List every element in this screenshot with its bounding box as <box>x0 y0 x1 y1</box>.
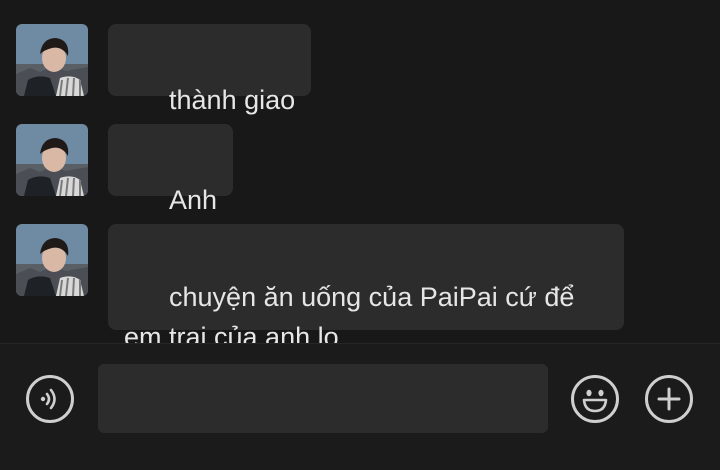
message-row: chuyện ăn uống của PaiPai cứ để em trai … <box>16 224 624 352</box>
message-text: thành giao <box>169 85 296 115</box>
plus-icon <box>657 387 681 411</box>
message-row: Anh <box>16 124 234 215</box>
message-bubble[interactable]: Anh <box>108 124 234 215</box>
avatar[interactable] <box>16 124 88 196</box>
message-text: Anh <box>169 185 218 215</box>
message-bubble[interactable]: thành giao <box>108 24 312 115</box>
message-text: chuyện ăn uống của PaiPai cứ để em trai … <box>124 282 575 352</box>
avatar[interactable] <box>16 224 88 296</box>
message-bubble[interactable]: chuyện ăn uống của PaiPai cứ để em trai … <box>108 224 624 352</box>
emoji-button[interactable] <box>571 375 619 423</box>
voice-icon <box>40 388 56 410</box>
message-input[interactable] <box>98 364 548 433</box>
emoji-icon <box>582 389 608 413</box>
voice-button[interactable] <box>26 375 74 423</box>
message-row: thành giao <box>16 24 312 115</box>
chat-message-list: thành giao Anh chuyện ăn uống của PaiPai… <box>0 0 720 352</box>
avatar[interactable] <box>16 24 88 96</box>
chat-input-bar <box>0 344 720 470</box>
more-button[interactable] <box>645 375 693 423</box>
